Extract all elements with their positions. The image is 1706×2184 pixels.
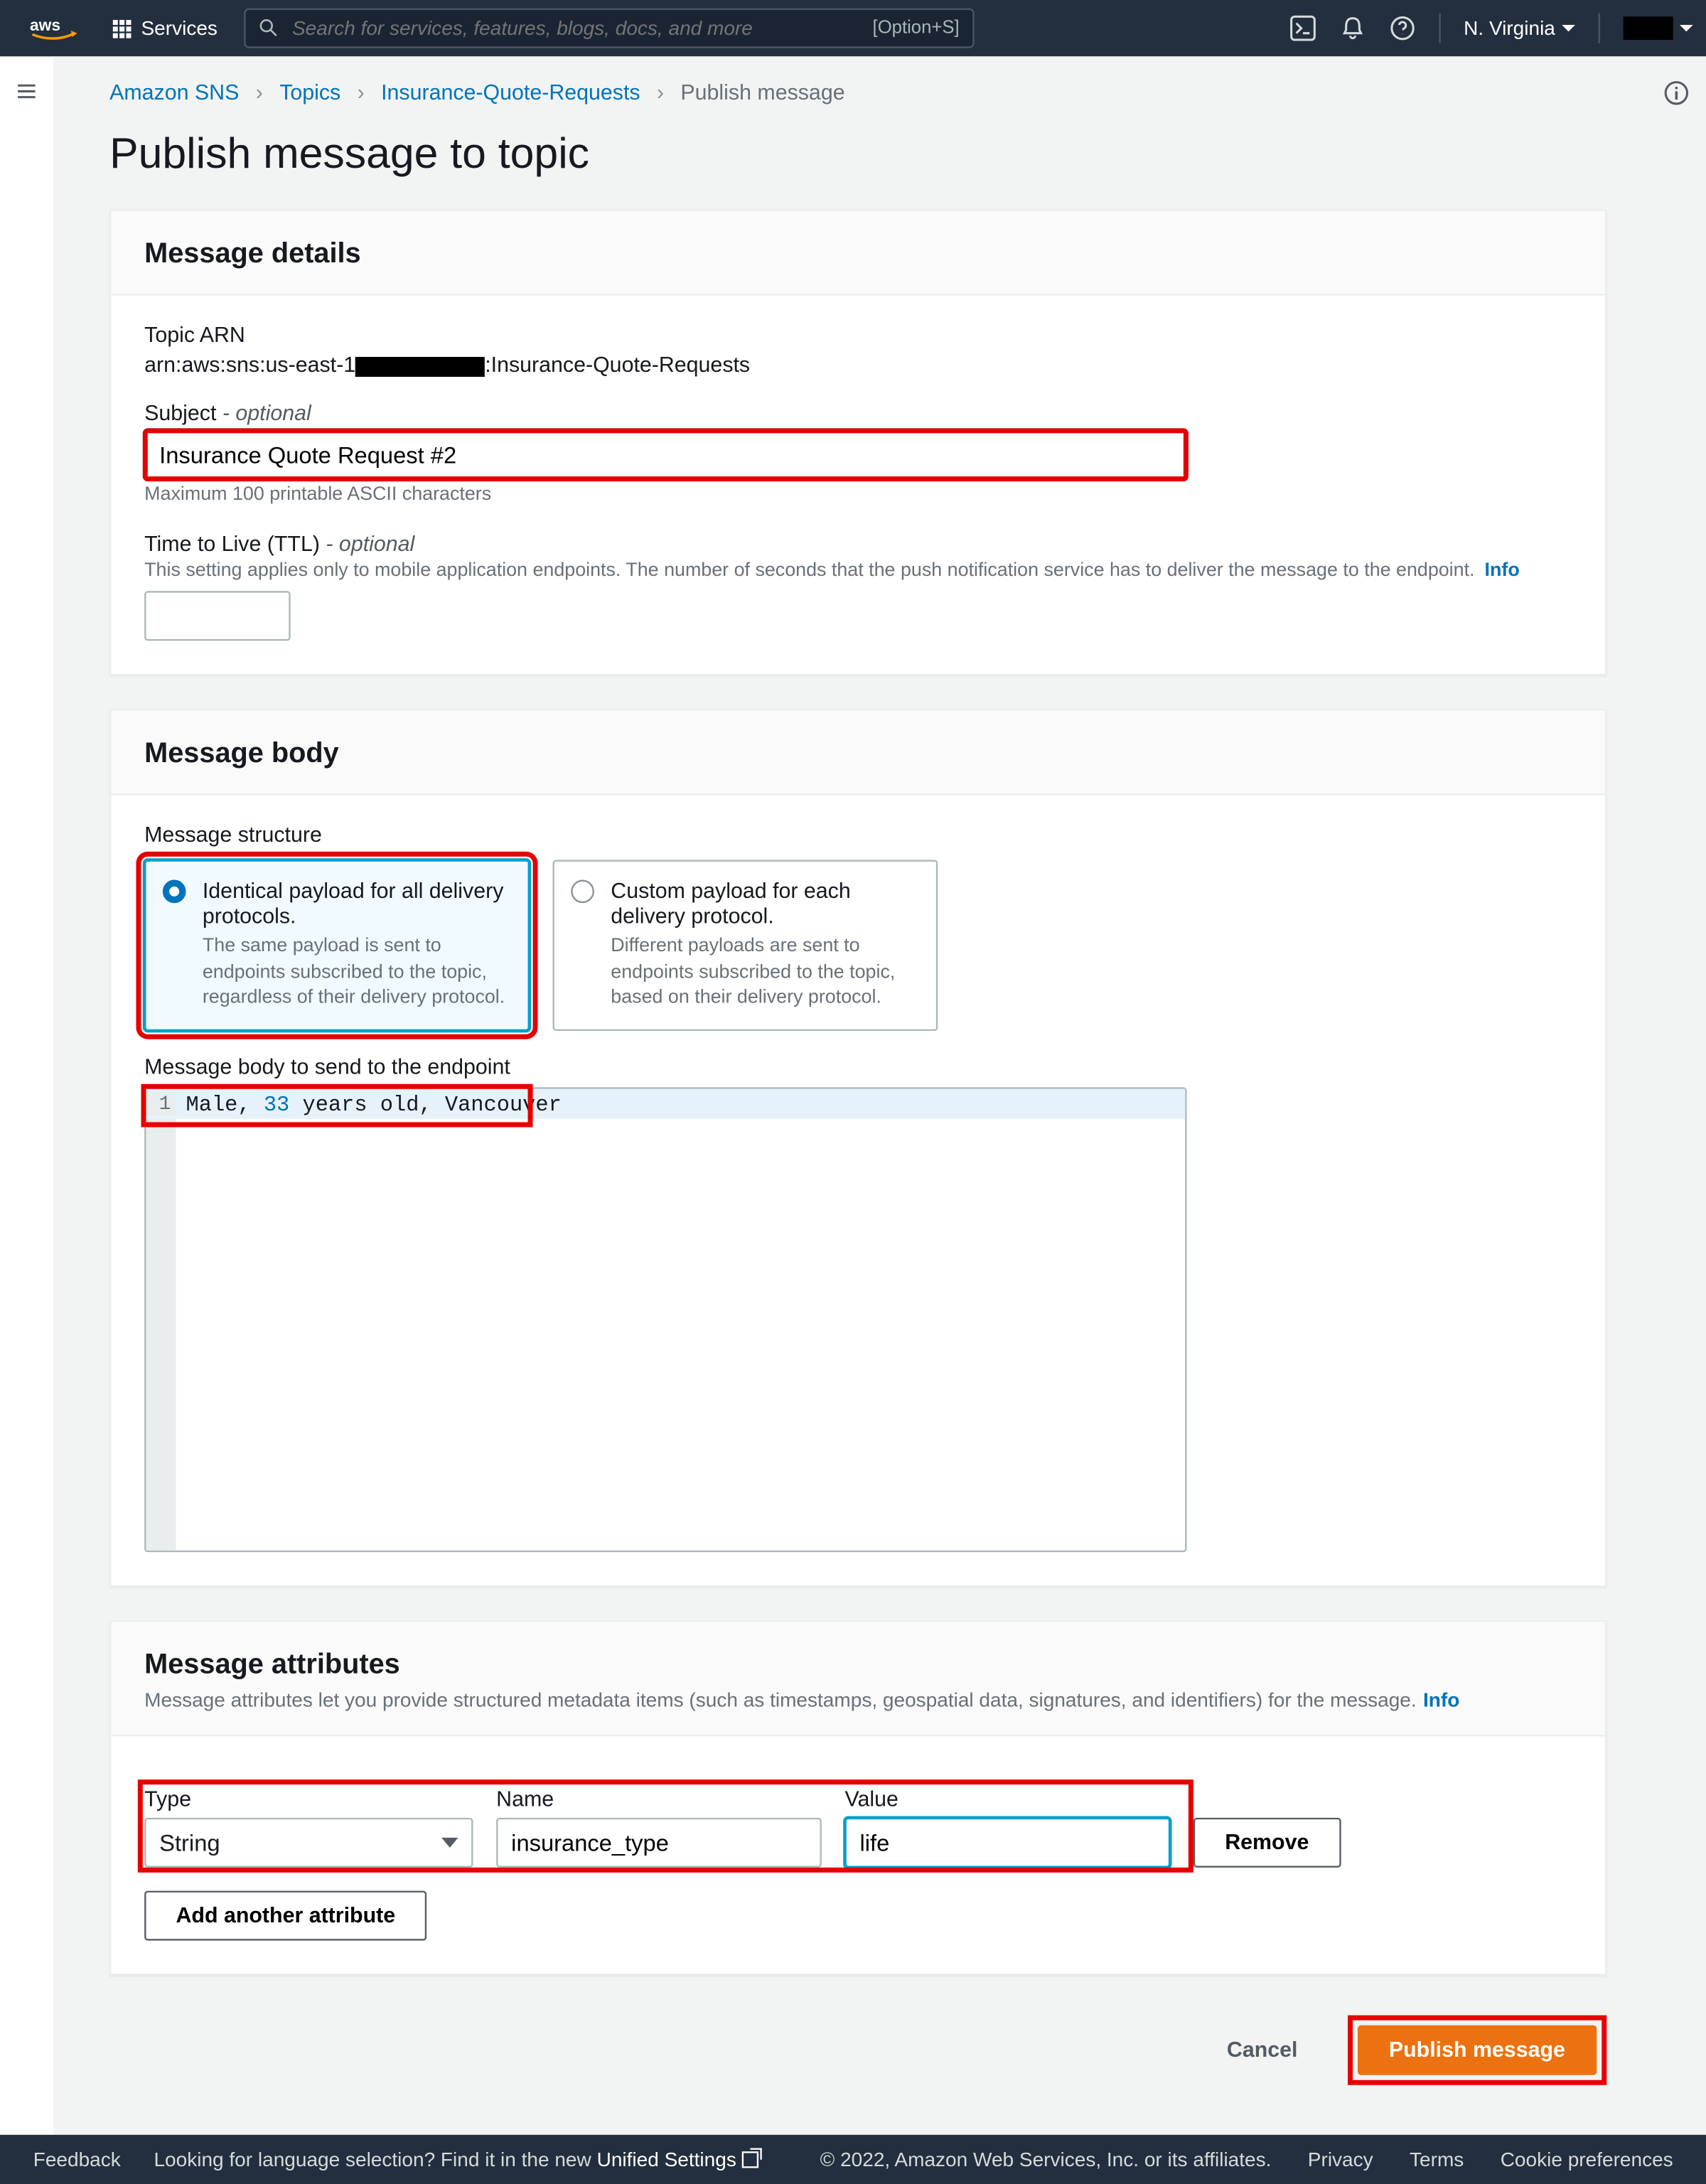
breadcrumb-link[interactable]: Topics [279,80,340,105]
search-shortcut: [Option+S] [873,18,960,38]
subject-hint: Maximum 100 printable ASCII characters [144,485,1572,505]
terms-link[interactable]: Terms [1410,2147,1464,2170]
line-number: 1 [146,1091,176,1115]
editor-label: Message body to send to the endpoint [144,1054,1572,1078]
message-body-panel: Message body Message structure Identical… [109,709,1606,1586]
chevron-right-icon: › [256,80,263,105]
grid-icon [113,19,132,38]
aws-logo[interactable]: aws [14,14,97,43]
radio-title: Identical payload for all delivery proto… [203,878,508,928]
account-menu[interactable] [1624,16,1693,40]
attr-name-label: Name [496,1785,822,1810]
breadcrumb-link[interactable]: Amazon SNS [109,80,239,105]
hamburger-icon [15,80,38,103]
panel-title: Message details [144,237,1572,271]
subject-label: Subject - optional [144,400,1572,425]
topic-arn-value: arn:aws:sns:us-east-1:Insurance-Quote-Re… [144,352,1572,377]
footer-lang-text: Looking for language selection? Find it … [154,2147,758,2170]
info-panel-toggle[interactable] [1663,80,1690,111]
copyright: © 2022, Amazon Web Services, Inc. or its… [820,2147,1272,2170]
search-icon [259,18,279,38]
remove-attribute-button[interactable]: Remove [1193,1817,1341,1867]
attr-name-input[interactable] [496,1817,822,1867]
footer: Feedback Looking for language selection?… [0,2134,1706,2184]
chevron-right-icon: › [358,80,365,105]
form-actions: Cancel Publish message [109,2008,1606,2101]
subject-input[interactable] [144,430,1186,480]
cloudshell-icon[interactable] [1289,15,1316,41]
feedback-link[interactable]: Feedback [33,2147,121,2170]
publish-message-button[interactable]: Publish message [1358,2025,1597,2075]
search-container: [Option+S] [244,9,974,48]
attributes-description: Message attributes let you provide struc… [144,1688,1572,1711]
radio-icon [571,880,594,904]
ttl-info-link[interactable]: Info [1485,561,1520,581]
topic-arn-label: Topic ARN [144,322,1572,347]
attr-value-input[interactable] [845,1817,1171,1867]
select-value: String [159,1829,220,1855]
services-label: Services [141,16,217,40]
caret-down-icon [1562,25,1575,31]
region-selector[interactable]: N. Virginia [1464,16,1575,40]
external-link-icon [741,2152,758,2168]
structure-label: Message structure [144,822,1572,847]
attr-value-label: Value [845,1785,1171,1810]
breadcrumb-current: Publish message [680,80,844,105]
add-attribute-button[interactable]: Add another attribute [144,1890,426,1940]
chevron-right-icon: › [657,80,664,105]
ttl-description: This setting applies only to mobile appl… [144,561,1572,581]
radio-desc: Different payloads are sent to endpoints… [611,935,916,1012]
ttl-input[interactable] [144,591,290,641]
cancel-button[interactable]: Cancel [1197,2025,1328,2075]
radio-title: Custom payload for each delivery protoco… [611,878,916,928]
services-menu[interactable]: Services [96,16,234,40]
search-box[interactable]: [Option+S] [244,9,974,48]
sidebar-toggle[interactable] [0,56,53,2134]
attr-type-label: Type [144,1785,473,1810]
breadcrumb-link[interactable]: Insurance-Quote-Requests [381,80,640,105]
unified-settings-link[interactable]: Unified Settings [597,2147,758,2170]
editor-content: Male, 33 years old, Vancouver [186,1091,562,1116]
radio-icon [163,880,186,904]
message-body-editor[interactable]: 1 Male, 33 years old, Vancouver [144,1086,1186,1551]
message-details-panel: Message details Topic ARN arn:aws:sns:us… [109,209,1606,675]
top-nav: aws Services [Option+S] N. Virginia [0,0,1706,56]
privacy-link[interactable]: Privacy [1308,2147,1373,2170]
radio-desc: The same payload is sent to endpoints su… [203,935,508,1012]
panel-title: Message body [144,737,1572,771]
ttl-label: Time to Live (TTL) - optional [144,531,1572,556]
account-redacted [1624,16,1673,40]
attr-info-link[interactable]: Info [1423,1688,1459,1711]
page-title: Publish message to topic [109,128,1606,179]
svg-text:aws: aws [30,16,60,34]
region-label: N. Virginia [1464,16,1555,40]
bell-icon[interactable] [1339,15,1366,41]
redacted-account [355,356,485,376]
search-input[interactable] [292,16,859,40]
attr-type-select[interactable]: String [144,1817,473,1867]
info-icon [1663,80,1690,106]
highlight-box: Publish message [1348,2015,1607,2084]
caret-down-icon [1680,25,1693,31]
radio-custom-payload[interactable]: Custom payload for each delivery protoco… [553,860,938,1030]
help-icon[interactable] [1389,15,1415,41]
panel-title: Message attributes [144,1648,1572,1681]
cookies-link[interactable]: Cookie preferences [1501,2147,1673,2170]
message-attributes-panel: Message attributes Message attributes le… [109,1620,1606,1975]
radio-identical-payload[interactable]: Identical payload for all delivery proto… [144,860,530,1030]
breadcrumb: Amazon SNS › Topics › Insurance-Quote-Re… [109,80,1606,105]
chevron-down-icon [441,1837,458,1847]
